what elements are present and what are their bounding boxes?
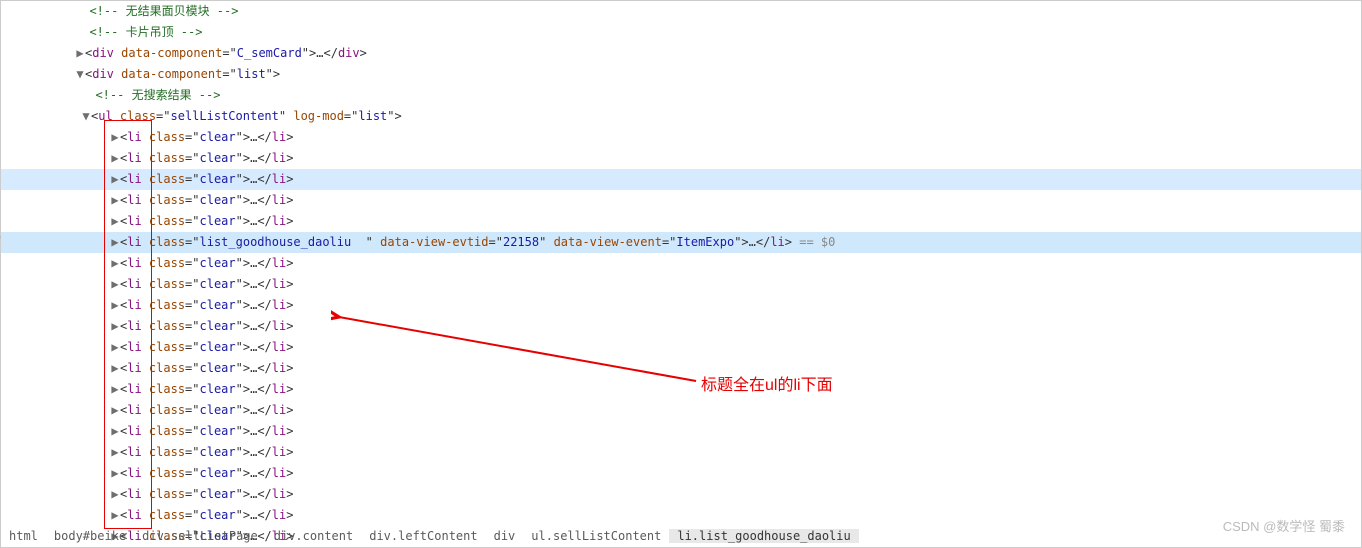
div-element[interactable]: ▶<div data-component="C_semCard">…</div> xyxy=(1,43,1361,64)
li-element[interactable]: ▶<li class="clear">…</li> xyxy=(1,316,1361,337)
breadcrumb-item[interactable]: div.sellListPage xyxy=(134,529,266,543)
expand-icon[interactable]: ▶ xyxy=(110,379,120,400)
expand-icon[interactable]: ▶ xyxy=(110,190,120,211)
breadcrumb[interactable]: htmlbody#beikediv.sellListPagediv.conten… xyxy=(5,525,859,547)
expand-icon[interactable]: ▶ xyxy=(110,358,120,379)
expand-icon[interactable]: ▶ xyxy=(110,127,120,148)
annotation-text: 标题全在ul的li下面 xyxy=(701,371,833,395)
expand-icon[interactable]: ▶ xyxy=(110,484,120,505)
expand-icon[interactable]: ▶ xyxy=(110,337,120,358)
expand-icon[interactable]: ▶ xyxy=(110,232,120,253)
li-element[interactable]: ▶<li class="clear">…</li> xyxy=(1,463,1361,484)
li-element[interactable]: ▶<li class="clear">…</li> xyxy=(1,295,1361,316)
li-element[interactable]: ▶<li class="clear">…</li> xyxy=(1,442,1361,463)
li-element[interactable]: ▶<li class="clear">…</li> xyxy=(1,379,1361,400)
expand-icon[interactable]: ▶ xyxy=(110,400,120,421)
collapse-icon[interactable]: ▼ xyxy=(81,106,91,127)
breadcrumb-item[interactable]: div.content xyxy=(266,529,361,543)
breadcrumb-item[interactable]: div.leftContent xyxy=(361,529,485,543)
devtools-elements-panel: ••• <!-- 无结果面贝模块 --> <!-- 卡片吊顶 --> ▶<div… xyxy=(0,0,1362,548)
li-group-before: ▶<li class="clear">…</li>▶<li class="cle… xyxy=(1,127,1361,232)
expand-icon[interactable]: ▶ xyxy=(110,169,120,190)
expand-icon[interactable]: ▶ xyxy=(110,253,120,274)
li-element[interactable]: ▶<li class="clear">…</li> xyxy=(1,484,1361,505)
watermark: CSDN @数学怪 蜀黍 xyxy=(1223,516,1345,535)
div-element[interactable]: ▼<div data-component="list"> xyxy=(1,64,1361,85)
comment-line[interactable]: <!-- 卡片吊顶 --> xyxy=(1,22,1361,43)
li-element[interactable]: ▶<li class="clear">…</li> xyxy=(1,169,1361,190)
li-element[interactable]: ▶<li class="clear">…</li> xyxy=(1,274,1361,295)
li-element[interactable]: ▶<li class="clear">…</li> xyxy=(1,148,1361,169)
li-element[interactable]: ▶<li class="clear">…</li> xyxy=(1,421,1361,442)
breadcrumb-item[interactable]: ul.sellListContent xyxy=(523,529,669,543)
expand-icon[interactable]: ▶ xyxy=(110,148,120,169)
li-element[interactable]: ▶<li class="clear">…</li> xyxy=(1,337,1361,358)
expand-icon[interactable]: ▶ xyxy=(75,43,85,64)
li-element[interactable]: ▶<li class="clear">…</li> xyxy=(1,253,1361,274)
comment-line[interactable]: <!-- 无结果面贝模块 --> xyxy=(1,1,1361,22)
li-element[interactable]: ▶<li class="clear">…</li> xyxy=(1,190,1361,211)
li-group-after: ▶<li class="clear">…</li>▶<li class="cle… xyxy=(1,253,1361,547)
li-element[interactable]: ▶<li class="clear">…</li> xyxy=(1,505,1361,526)
li-element[interactable]: ▶<li class="clear">…</li> xyxy=(1,211,1361,232)
expand-icon[interactable]: ▶ xyxy=(110,505,120,526)
comment-line[interactable]: <!-- 无搜索结果 --> xyxy=(1,85,1361,106)
expand-icon[interactable]: ▶ xyxy=(110,211,120,232)
expand-icon[interactable]: ▶ xyxy=(110,274,120,295)
breadcrumb-item[interactable]: li.list_goodhouse_daoliu xyxy=(669,529,858,543)
li-element[interactable]: ▶<li class="clear">…</li> xyxy=(1,127,1361,148)
breadcrumb-item[interactable]: body#beike xyxy=(46,529,134,543)
expand-icon[interactable]: ▶ xyxy=(110,421,120,442)
ul-element[interactable]: ▼<ul class="sellListContent" log-mod="li… xyxy=(1,106,1361,127)
dom-tree[interactable]: <!-- 无结果面贝模块 --> <!-- 卡片吊顶 --> ▶<div dat… xyxy=(1,1,1361,547)
breadcrumb-item[interactable]: div xyxy=(486,529,524,543)
breadcrumb-item[interactable]: html xyxy=(5,529,46,543)
expand-icon[interactable]: ▶ xyxy=(110,463,120,484)
li-element[interactable]: ▶<li class="clear">…</li> xyxy=(1,358,1361,379)
collapse-icon[interactable]: ▼ xyxy=(75,64,85,85)
expand-icon[interactable]: ▶ xyxy=(110,316,120,337)
expand-icon[interactable]: ▶ xyxy=(110,295,120,316)
li-element[interactable]: ▶<li class="clear">…</li> xyxy=(1,400,1361,421)
expand-icon[interactable]: ▶ xyxy=(110,442,120,463)
li-selected-element[interactable]: ▶<li class="list_goodhouse_daoliu " data… xyxy=(1,232,1361,253)
